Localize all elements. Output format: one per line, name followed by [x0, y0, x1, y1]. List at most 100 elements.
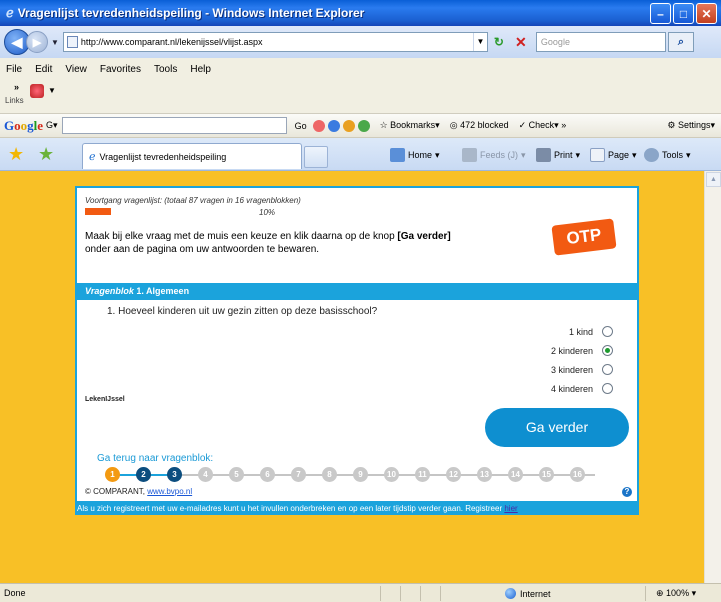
picasa-icon[interactable] — [342, 119, 355, 132]
window-controls: – □ ✕ — [650, 3, 717, 24]
spellcheck-button[interactable]: ✓ Check▾ » — [519, 120, 567, 131]
step-13[interactable]: 13 — [477, 467, 492, 482]
menu-file[interactable]: File — [6, 64, 22, 75]
block-header: Vragenblok 1. Algemeen — [77, 283, 637, 300]
option-radio[interactable] — [602, 345, 613, 356]
progress-bar — [85, 208, 111, 215]
option-label: 3 kinderen — [550, 364, 593, 375]
ie-page-icon: ℯ — [89, 151, 96, 163]
google-search-input[interactable] — [61, 117, 287, 134]
links-bar: » ▼ Links — [0, 80, 721, 114]
links-label[interactable]: Links — [5, 96, 24, 105]
home-icon — [390, 148, 405, 162]
question-text: 1. Hoeveel kinderen uit uw gezin zitten … — [107, 306, 378, 317]
address-url: http://www.comparant.nl/lekenijssel/vlij… — [80, 37, 263, 47]
globe-icon — [505, 588, 516, 599]
option-radio[interactable] — [602, 326, 613, 337]
chevron-icon[interactable]: » — [14, 82, 19, 92]
close-window-button[interactable]: ✕ — [696, 3, 717, 24]
popup-blocker-button[interactable]: ◎ 472 blocked — [450, 120, 509, 131]
security-zone[interactable]: Internet — [505, 588, 551, 599]
menu-view[interactable]: View — [65, 64, 87, 75]
google-logo: Google — [4, 117, 44, 133]
print-icon — [536, 148, 551, 162]
ie-logo-icon: ℯ — [6, 5, 14, 20]
search-input[interactable]: Google — [535, 32, 666, 52]
copyright-link[interactable]: www.bvpo.nl — [147, 487, 192, 496]
step-4[interactable]: 4 — [198, 467, 213, 482]
stop-button[interactable]: ✕ — [510, 32, 532, 52]
step-16[interactable]: 16 — [570, 467, 585, 482]
home-button[interactable]: Home ▾ — [390, 148, 440, 162]
block-prefix: Vragenblok — [85, 286, 134, 296]
step-5[interactable]: 5 — [229, 467, 244, 482]
tools-menu-button[interactable]: Tools ▾ — [644, 148, 691, 162]
tab-current[interactable]: ℯ Vragenlijst tevredenheidspeiling — [82, 143, 302, 169]
progress-label: Voortgang vragenlijst: (totaal 87 vragen… — [85, 196, 301, 205]
answer-option[interactable]: 4 kinderen — [551, 383, 613, 394]
step-14[interactable]: 14 — [508, 467, 523, 482]
news-icon[interactable] — [327, 119, 340, 132]
step-15[interactable]: 15 — [539, 467, 554, 482]
scroll-up-icon[interactable]: ▲ — [706, 172, 721, 187]
pagerank-icon[interactable] — [312, 119, 325, 132]
page-content: Voortgang vragenlijst: (totaal 87 vragen… — [0, 171, 704, 583]
status-bar: Done Internet ⊕ 100% ▾ — [0, 583, 721, 602]
answer-option[interactable]: 1 kind — [569, 326, 613, 337]
option-radio[interactable] — [602, 364, 613, 375]
step-10[interactable]: 10 — [384, 467, 399, 482]
menu-favorites[interactable]: Favorites — [100, 64, 141, 75]
step-6[interactable]: 6 — [260, 467, 275, 482]
help-icon[interactable]: ? — [622, 487, 632, 497]
settings-button[interactable]: ⚙ Settings▾ — [667, 120, 715, 131]
minimize-button[interactable]: – — [650, 3, 671, 24]
zoom-level[interactable]: ⊕ 100% ▾ — [656, 588, 696, 599]
otp-logo: OTP — [551, 218, 617, 256]
new-tab-button[interactable] — [304, 146, 328, 168]
address-input[interactable]: http://www.comparant.nl/lekenijssel/vlij… — [62, 32, 488, 52]
option-radio[interactable] — [602, 383, 613, 394]
add-favorite-icon[interactable]: ★ — [38, 144, 54, 165]
feeds-button[interactable]: Feeds (J) ▾ — [462, 148, 526, 162]
vertical-scrollbar[interactable]: ▲ — [704, 171, 721, 583]
menu-help[interactable]: Help — [190, 64, 211, 75]
sidewiki-icon[interactable] — [357, 119, 370, 132]
continue-button[interactable]: Ga verder — [485, 408, 629, 447]
step-9[interactable]: 9 — [353, 467, 368, 482]
step-2[interactable]: 2 — [136, 467, 151, 482]
status-text: Done — [4, 588, 26, 598]
step-1[interactable]: 1 — [105, 467, 120, 482]
google-g-dropdown-icon[interactable]: G▾ — [46, 120, 58, 131]
print-button[interactable]: Print ▾ — [536, 148, 580, 162]
instruction-button-ref: [Ga verder] — [397, 231, 451, 242]
google-go-button[interactable]: Go — [295, 121, 307, 131]
tab-bar: ★ ★ ℯ Vragenlijst tevredenheidspeiling H… — [0, 138, 721, 171]
step-8[interactable]: 8 — [322, 467, 337, 482]
history-dropdown-icon[interactable]: ▼ — [51, 38, 59, 47]
gear-icon — [644, 148, 659, 162]
register-link[interactable]: hier — [504, 504, 517, 513]
favorites-star-icon[interactable]: ★ — [8, 144, 24, 165]
window-title: Vragenlijst tevredenheidspeiling - Windo… — [17, 6, 365, 20]
menu-edit[interactable]: Edit — [35, 64, 52, 75]
step-3[interactable]: 3 — [167, 467, 182, 482]
addon-dropdown-icon[interactable]: ▼ — [48, 86, 56, 95]
refresh-button[interactable]: ↻ — [488, 32, 510, 52]
step-12[interactable]: 12 — [446, 467, 461, 482]
toolbar-addon-icon[interactable] — [30, 84, 44, 98]
back-to-block-label: Ga terug naar vragenblok: — [97, 453, 214, 464]
copyright: © COMPARANT, www.bvpo.nl — [85, 487, 192, 496]
step-11[interactable]: 11 — [415, 467, 430, 482]
forward-button[interactable]: ▶ — [26, 31, 48, 53]
menu-tools[interactable]: Tools — [154, 64, 177, 75]
option-label: 4 kinderen — [550, 383, 593, 394]
block-navigation: 1 2 3 4 5 6 7 8 9 10 11 12 13 14 15 16 — [95, 465, 605, 485]
answer-option[interactable]: 2 kinderen — [551, 345, 613, 356]
page-menu-button[interactable]: Page ▾ — [590, 148, 637, 162]
search-icon[interactable]: ⌕ — [667, 32, 694, 52]
answer-option[interactable]: 3 kinderen — [551, 364, 613, 375]
bookmarks-button[interactable]: ☆ Bookmarks▾ — [380, 120, 440, 131]
address-dropdown-icon[interactable]: ▼ — [472, 33, 487, 51]
step-7[interactable]: 7 — [291, 467, 306, 482]
maximize-button[interactable]: □ — [673, 3, 694, 24]
